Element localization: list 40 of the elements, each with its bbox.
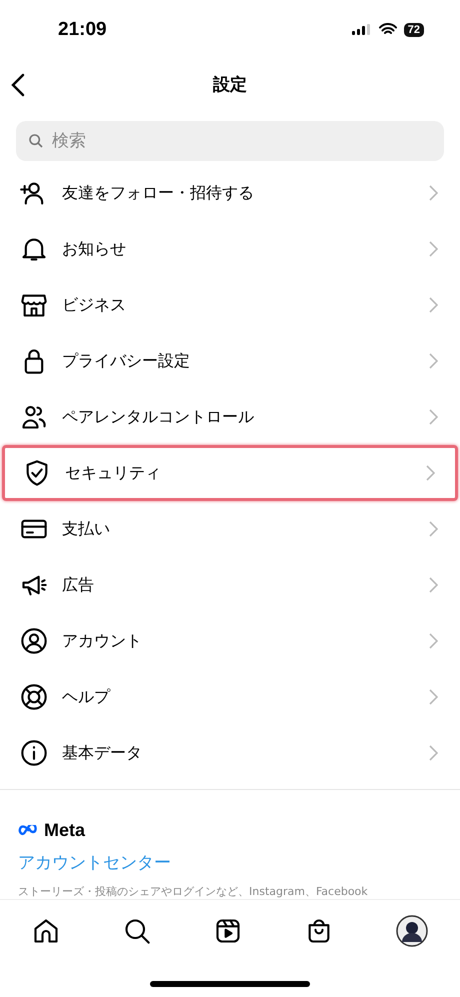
chevron-icon	[429, 577, 438, 594]
settings-item[interactable]: 広告	[2, 557, 458, 614]
play-icon	[214, 916, 242, 945]
search-field[interactable]: 検索	[16, 121, 444, 162]
person-circle-icon	[20, 627, 48, 656]
info-icon	[20, 739, 48, 768]
settings-item[interactable]: アカウント	[2, 613, 458, 670]
settings-item[interactable]: 支払い	[2, 501, 458, 558]
settings-item[interactable]: ペアレンタルコントロール	[2, 389, 458, 446]
search-icon	[28, 133, 44, 150]
page-title: 設定	[213, 74, 247, 96]
settings-item[interactable]: プライバシー設定	[2, 333, 458, 390]
battery-indicator: 72	[404, 22, 424, 37]
settings-item[interactable]: ヘルプ	[2, 669, 458, 726]
lifebuoy-icon	[20, 683, 48, 712]
chevron-icon	[429, 409, 438, 426]
people-icon	[20, 403, 48, 432]
settings-item[interactable]: 友達をフォロー・招待する	[2, 165, 458, 222]
home-icon	[32, 916, 60, 945]
chevron-icon	[429, 353, 438, 370]
chevron-icon	[429, 745, 438, 762]
chevron-icon	[429, 297, 438, 314]
chevron-icon	[429, 689, 438, 706]
chevron-icon	[429, 185, 438, 202]
chevron-icon	[429, 241, 438, 258]
settings-item[interactable]: セキュリティ	[2, 445, 458, 502]
wifi-icon	[378, 23, 397, 36]
chevron-icon	[426, 465, 435, 482]
chevron-icon	[429, 633, 438, 650]
settings-item[interactable]: お知らせ	[2, 221, 458, 278]
status-time: 21:09	[58, 18, 107, 41]
settings-item[interactable]: ビジネス	[2, 277, 458, 334]
settings-item[interactable]: 基本データ	[2, 725, 458, 782]
search-icon	[122, 916, 151, 945]
chevron-icon	[429, 521, 438, 538]
signal-icon	[352, 24, 372, 36]
infinity-logo-icon	[18, 824, 40, 837]
avatar-icon	[396, 914, 428, 947]
description-text: ストーリーズ・投稿のシェアやログインなど、Instagram、Facebook	[18, 884, 369, 900]
meta-logo-text: Meta	[44, 820, 86, 842]
